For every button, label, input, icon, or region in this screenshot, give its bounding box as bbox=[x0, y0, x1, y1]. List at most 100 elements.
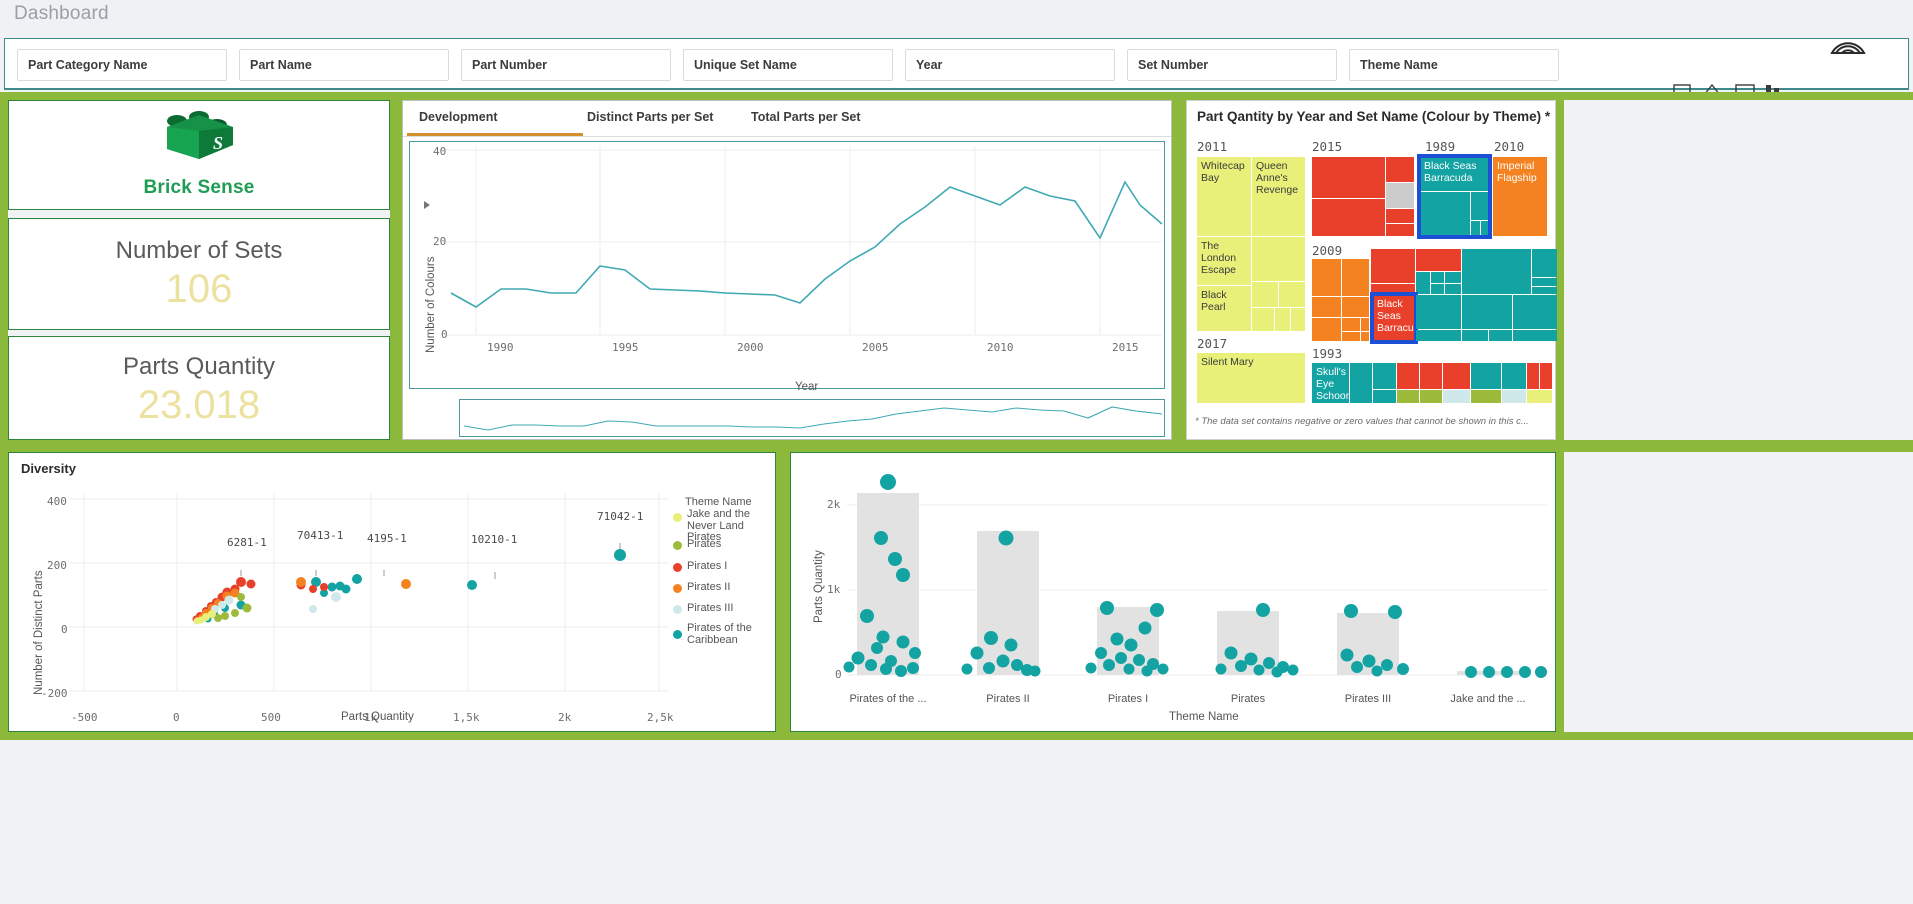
filter-scrollbar[interactable] bbox=[462, 80, 670, 81]
treemap-selection-1989[interactable] bbox=[1417, 154, 1492, 239]
legend-item-potc[interactable]: Pirates of the Caribbean bbox=[687, 622, 767, 646]
treemap-tile-2011-f4[interactable] bbox=[1252, 308, 1274, 331]
theme-cat-pirates-2: Pirates II bbox=[986, 693, 1030, 705]
treemap-tile-b-m[interactable] bbox=[1443, 390, 1470, 403]
treemap-tile-2009-i[interactable] bbox=[1361, 332, 1369, 341]
line-x-tick-2015: 2015 bbox=[1112, 341, 1139, 354]
treemap-tile-t-a[interactable] bbox=[1462, 249, 1531, 294]
legend-item-pirates[interactable]: Pirates bbox=[687, 538, 721, 551]
treemap-tile-b-f[interactable] bbox=[1471, 363, 1501, 389]
filter-part-number[interactable]: Part Number bbox=[461, 49, 671, 81]
treemap-tile-t-c[interactable] bbox=[1532, 278, 1557, 286]
treemap-tile-silent-mary[interactable]: Silent Mary bbox=[1197, 353, 1305, 403]
treemap-tile-r-f[interactable] bbox=[1431, 284, 1444, 294]
treemap-tile-r-a[interactable] bbox=[1371, 249, 1415, 283]
treemap-tile-r-b[interactable] bbox=[1416, 249, 1461, 271]
legend-item-pirates-2[interactable]: Pirates II bbox=[687, 581, 730, 594]
treemap-tile-b-g[interactable] bbox=[1502, 363, 1526, 389]
treemap-tile-the-london-escape[interactable]: The London Escape bbox=[1197, 237, 1251, 285]
treemap-tile-whitecap-bay[interactable]: Whitecap Bay bbox=[1197, 157, 1251, 236]
treemap-tile-r-g[interactable] bbox=[1445, 284, 1461, 294]
filter-part-name[interactable]: Part Name bbox=[239, 49, 449, 81]
treemap-tile-r-e[interactable] bbox=[1445, 272, 1461, 283]
treemap-tile-b-c[interactable] bbox=[1397, 363, 1419, 389]
treemap-footnote: * The data set contains negative or zero… bbox=[1195, 416, 1529, 427]
treemap-tile-2009-c[interactable] bbox=[1312, 297, 1341, 317]
treemap-tile-t-h[interactable] bbox=[1416, 330, 1461, 341]
tile-label: The London Escape bbox=[1201, 240, 1237, 276]
tab-distinct-parts-per-set[interactable]: Distinct Parts per Set bbox=[587, 110, 713, 124]
treemap-tile-2011-f3[interactable] bbox=[1279, 282, 1305, 307]
treemap-tile-2011-f1[interactable] bbox=[1252, 237, 1305, 281]
treemap-tile-r-d[interactable] bbox=[1431, 272, 1444, 283]
treemap-tile-2015-b[interactable] bbox=[1312, 199, 1385, 236]
filter-bar: Part Category Name Part Name Part Number… bbox=[4, 38, 1909, 95]
filter-scrollbar[interactable] bbox=[684, 80, 892, 81]
treemap-tile-t-b[interactable] bbox=[1532, 249, 1557, 277]
treemap-tile-2009-e[interactable] bbox=[1312, 318, 1341, 341]
treemap-tile-b-d[interactable] bbox=[1420, 363, 1442, 389]
filter-scrollbar[interactable] bbox=[240, 80, 448, 81]
range-selector-svg bbox=[463, 406, 1163, 431]
filter-scrollbar[interactable] bbox=[906, 80, 1114, 81]
treemap-tile-2015-a[interactable] bbox=[1312, 157, 1385, 198]
filter-theme-name[interactable]: Theme Name bbox=[1349, 49, 1559, 81]
treemap-tile-b-j[interactable] bbox=[1373, 390, 1396, 403]
treemap-tile-2009-d[interactable] bbox=[1342, 297, 1369, 317]
treemap-tile-t-k[interactable] bbox=[1513, 330, 1557, 341]
treemap-tile-2011-f2[interactable] bbox=[1252, 282, 1278, 307]
treemap-tile-2015-d[interactable] bbox=[1386, 209, 1414, 223]
filter-scrollbar[interactable] bbox=[1350, 80, 1558, 81]
treemap-tile-r-c[interactable] bbox=[1416, 272, 1430, 294]
treemap-tile-t-d[interactable] bbox=[1532, 287, 1557, 294]
treemap-tile-2009-f[interactable] bbox=[1342, 318, 1360, 331]
theme-distribution-svg bbox=[843, 474, 1547, 678]
line-x-tick-1995: 1995 bbox=[612, 341, 639, 354]
filter-scrollbar[interactable] bbox=[18, 80, 226, 81]
treemap-tile-b-a[interactable] bbox=[1350, 363, 1372, 403]
filter-set-number[interactable]: Set Number bbox=[1127, 49, 1337, 81]
filter-unique-set-name[interactable]: Unique Set Name bbox=[683, 49, 893, 81]
legend-item-pirates-3[interactable]: Pirates III bbox=[687, 602, 733, 615]
treemap-tile-queen-annes-revenge[interactable]: Queen Anne's Revenge bbox=[1252, 157, 1305, 236]
treemap-tile-black-pearl[interactable]: Black Pearl bbox=[1197, 286, 1251, 331]
treemap-tile-b-o[interactable] bbox=[1502, 390, 1526, 403]
scatter-label-4195-1: 4195-1 bbox=[367, 532, 407, 545]
treemap-tile-b-l[interactable] bbox=[1420, 390, 1442, 403]
filter-year[interactable]: Year bbox=[905, 49, 1115, 81]
treemap-tile-2011-f6[interactable] bbox=[1291, 308, 1305, 331]
treemap-tile-2009-b[interactable] bbox=[1342, 259, 1369, 296]
treemap-tile-t-j[interactable] bbox=[1489, 330, 1512, 341]
y-axis-expand-icon[interactable] bbox=[423, 196, 431, 209]
treemap-tile-2015-c[interactable] bbox=[1386, 157, 1414, 182]
treemap-tile-imperial-flagship[interactable]: Imperial Flagship bbox=[1493, 157, 1547, 236]
kpi-card-number-of-sets: Number of Sets 106 bbox=[8, 218, 390, 330]
line-chart-range-selector[interactable] bbox=[459, 399, 1165, 437]
treemap-tile-2009-g[interactable] bbox=[1361, 318, 1369, 331]
treemap-tile-2009-h[interactable] bbox=[1342, 332, 1360, 341]
treemap-tile-t-e[interactable] bbox=[1416, 295, 1461, 329]
filter-scrollbar[interactable] bbox=[1128, 80, 1336, 81]
treemap-tile-2015-e[interactable] bbox=[1386, 224, 1414, 236]
filter-part-category-name[interactable]: Part Category Name bbox=[17, 49, 227, 81]
treemap-tile-b-i[interactable] bbox=[1540, 363, 1552, 389]
treemap-tile-t-i[interactable] bbox=[1462, 330, 1488, 341]
treemap-tile-t-f[interactable] bbox=[1462, 295, 1512, 329]
treemap-tile-b-e[interactable] bbox=[1443, 363, 1470, 389]
treemap-selection-1993[interactable] bbox=[1370, 292, 1418, 344]
diversity-x-tick-500: 500 bbox=[261, 711, 281, 724]
legend-item-pirates-1[interactable]: Pirates I bbox=[687, 560, 727, 573]
treemap-tile-b-p[interactable] bbox=[1527, 390, 1552, 403]
tab-development[interactable]: Development bbox=[419, 110, 498, 124]
treemap-tile-skulls-eye-schooner[interactable]: Skull's Eye Schooner bbox=[1312, 363, 1349, 403]
treemap-tile-t-g[interactable] bbox=[1513, 295, 1557, 329]
treemap-tile-2015-null[interactable] bbox=[1386, 183, 1414, 208]
treemap-tile-b-b[interactable] bbox=[1373, 363, 1396, 389]
tab-total-parts-per-set[interactable]: Total Parts per Set bbox=[751, 110, 861, 124]
treemap-tile-2011-f5[interactable] bbox=[1275, 308, 1290, 331]
treemap-tile-b-n[interactable] bbox=[1471, 390, 1501, 403]
active-tab-underline bbox=[407, 133, 583, 136]
treemap-tile-b-h[interactable] bbox=[1527, 363, 1539, 389]
treemap-tile-2009-a[interactable] bbox=[1312, 259, 1341, 296]
treemap-tile-b-k[interactable] bbox=[1397, 390, 1419, 403]
